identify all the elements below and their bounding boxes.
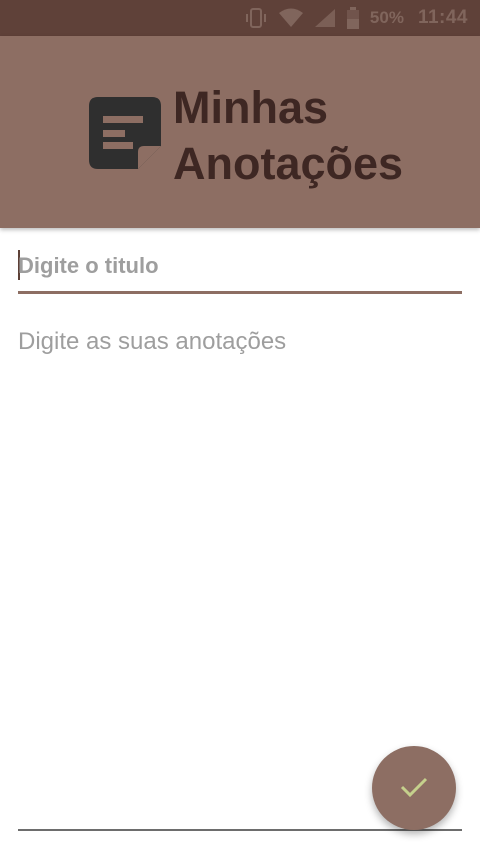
title-field: [18, 240, 462, 294]
status-clock: 11:44: [417, 7, 468, 28]
signal-icon: [314, 8, 336, 28]
app-title-line1: Minhas: [173, 82, 329, 133]
note-icon: [88, 96, 162, 170]
battery-percent: 50%: [369, 8, 404, 27]
vibrate-icon: [244, 7, 268, 29]
status-bar: 50% 11:44: [0, 0, 480, 36]
app-title: Minhas Anotações: [173, 80, 403, 192]
check-icon: [400, 776, 428, 801]
save-note-button[interactable]: [372, 746, 456, 830]
app-title-line2: Anotações: [173, 138, 404, 189]
battery-icon: [346, 7, 360, 29]
wifi-icon: [278, 8, 304, 28]
title-input[interactable]: [18, 248, 462, 284]
app-header: Minhas Anotações: [0, 36, 480, 228]
